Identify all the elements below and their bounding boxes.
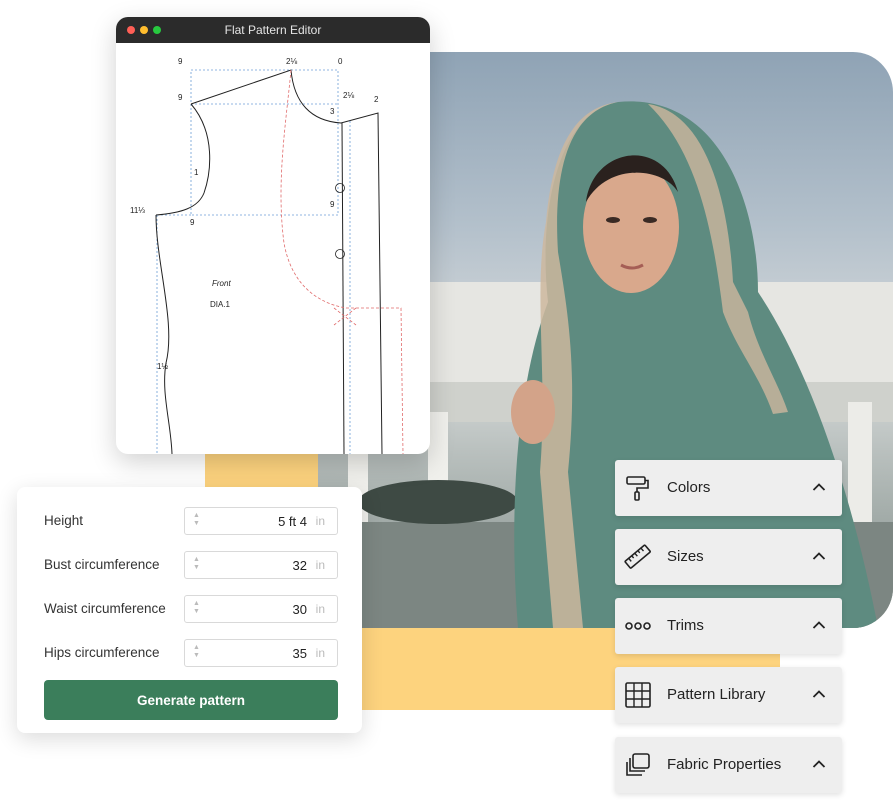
measurement-label: Waist circumference <box>44 601 166 616</box>
measurement-value: 35 <box>292 646 307 661</box>
stepper-icon[interactable]: ▲ ▼ <box>193 644 200 660</box>
ruler-icon <box>624 544 651 569</box>
stepper-icon[interactable]: ▲ ▼ <box>193 512 200 528</box>
hips-input[interactable]: ▲ ▼ 35 in <box>184 639 338 667</box>
paint-roller-icon <box>626 476 649 501</box>
pattern-label: 0 <box>338 57 343 66</box>
panel-sizes[interactable]: Sizes <box>615 529 842 585</box>
panel-label: Trims <box>667 617 704 634</box>
pattern-label: 3 <box>330 107 335 116</box>
panel-fabric-properties[interactable]: Fabric Properties <box>615 737 842 793</box>
pattern-label: 2⅛ <box>343 91 354 100</box>
measurement-unit: in <box>315 646 325 660</box>
panel-label: Sizes <box>667 548 704 565</box>
measurement-label: Hips circumference <box>44 645 160 660</box>
measurement-unit: in <box>315 558 325 572</box>
measurement-row-height: Height ▲ ▼ 5 ft 4 in <box>44 507 338 535</box>
pattern-label: 2 <box>374 95 379 104</box>
chevron-up-icon <box>812 621 826 629</box>
stepper-icon[interactable]: ▲ ▼ <box>193 600 200 616</box>
panel-colors[interactable]: Colors <box>615 460 842 516</box>
measurement-value: 30 <box>292 602 307 617</box>
pattern-label: 1 <box>194 168 199 177</box>
measurement-unit: in <box>315 514 325 528</box>
grid-icon <box>625 682 651 708</box>
chevron-up-icon <box>812 760 826 768</box>
measurements-card: Height ▲ ▼ 5 ft 4 in Bust circumference ▲… <box>17 487 362 733</box>
generate-pattern-button[interactable]: Generate pattern <box>44 680 338 720</box>
stepper-icon[interactable]: ▲ ▼ <box>193 556 200 572</box>
bust-input[interactable]: ▲ ▼ 32 in <box>184 551 338 579</box>
pattern-piece-code: DIA.1 <box>210 300 231 309</box>
pattern-label: 9 <box>190 218 195 227</box>
pattern-label: 9 <box>330 200 335 209</box>
pattern-label: 9 <box>178 57 183 66</box>
height-input[interactable]: ▲ ▼ 5 ft 4 in <box>184 507 338 535</box>
pattern-label: 2⅛ <box>286 57 297 66</box>
measurement-value: 5 ft 4 <box>278 514 307 529</box>
trim-dots-icon <box>625 622 651 630</box>
panel-pattern-library[interactable]: Pattern Library <box>615 667 842 723</box>
editor-titlebar: Flat Pattern Editor <box>116 17 430 43</box>
panel-label: Colors <box>667 479 711 496</box>
panel-label: Pattern Library <box>667 686 766 703</box>
chevron-up-icon <box>812 552 826 560</box>
measurement-row-waist: Waist circumference ▲ ▼ 30 in <box>44 595 338 623</box>
panel-label: Fabric Properties <box>667 756 782 773</box>
pattern-canvas[interactable]: 9 2⅛ 0 9 2⅛ 2 3 1 9 11⅓ 9 Front DIA.1 1½ <box>116 43 430 454</box>
measurement-row-hips: Hips circumference ▲ ▼ 35 in <box>44 639 338 667</box>
panel-trims[interactable]: Trims <box>615 598 842 654</box>
pattern-piece-name: Front <box>212 279 231 288</box>
layers-icon <box>626 753 650 776</box>
editor-title: Flat Pattern Editor <box>224 23 322 37</box>
measurement-label: Bust circumference <box>44 557 160 572</box>
chevron-up-icon <box>812 483 826 491</box>
measurement-row-bust: Bust circumference ▲ ▼ 32 in <box>44 551 338 579</box>
pattern-label: 1½ <box>157 362 168 371</box>
pattern-label: 11⅓ <box>130 206 145 215</box>
waist-input[interactable]: ▲ ▼ 30 in <box>184 595 338 623</box>
pattern-editor-window: Flat Pattern Editor 9 2⅛ 0 9 2⅛ 2 3 1 9 … <box>116 17 430 454</box>
pattern-label: 9 <box>178 93 183 102</box>
measurement-unit: in <box>315 602 325 616</box>
measurement-value: 32 <box>292 558 307 573</box>
chevron-up-icon <box>812 690 826 698</box>
measurement-label: Height <box>44 513 84 528</box>
